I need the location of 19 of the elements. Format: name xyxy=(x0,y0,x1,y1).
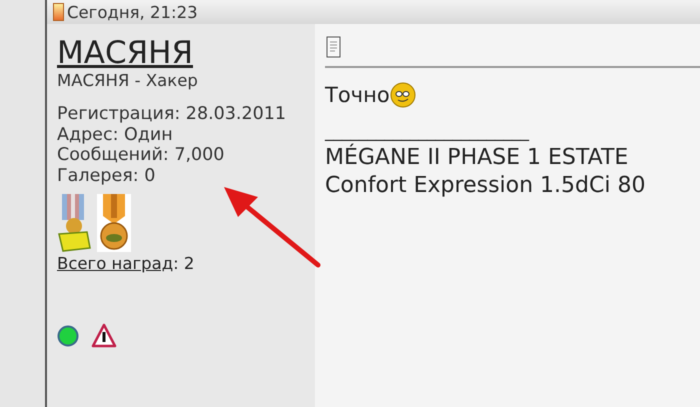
post-text: Точно xyxy=(325,83,390,107)
warning-icon[interactable] xyxy=(91,323,117,350)
post-date: Сегодня, 21:23 xyxy=(67,2,198,22)
medal-icon xyxy=(97,194,131,252)
signature-text: MÉGANE II PHASE 1 ESTATE xyxy=(325,144,628,172)
user-rank: МАСЯНЯ - Хакер xyxy=(57,71,198,90)
profile-detail: Регистрация: 28.03.2011 xyxy=(57,104,286,125)
signature-text: Confort Expression 1.5dCi 80 xyxy=(325,172,646,200)
smiley-icon xyxy=(390,82,416,108)
awards-link[interactable]: Всего наград xyxy=(57,254,174,274)
awards-count: : 2 xyxy=(173,254,194,274)
profile-detail: Галерея: 0 xyxy=(57,166,156,186)
username-link[interactable]: МАСЯНЯ xyxy=(57,36,193,70)
profile-detail: Сообщений: 7,000 xyxy=(57,145,224,166)
signature-rule: ________________________ xyxy=(325,124,529,141)
profile-detail: Адрес: Один xyxy=(57,124,173,146)
post-icon xyxy=(53,3,64,21)
document-icon xyxy=(325,36,343,58)
medal-icon xyxy=(57,194,91,252)
